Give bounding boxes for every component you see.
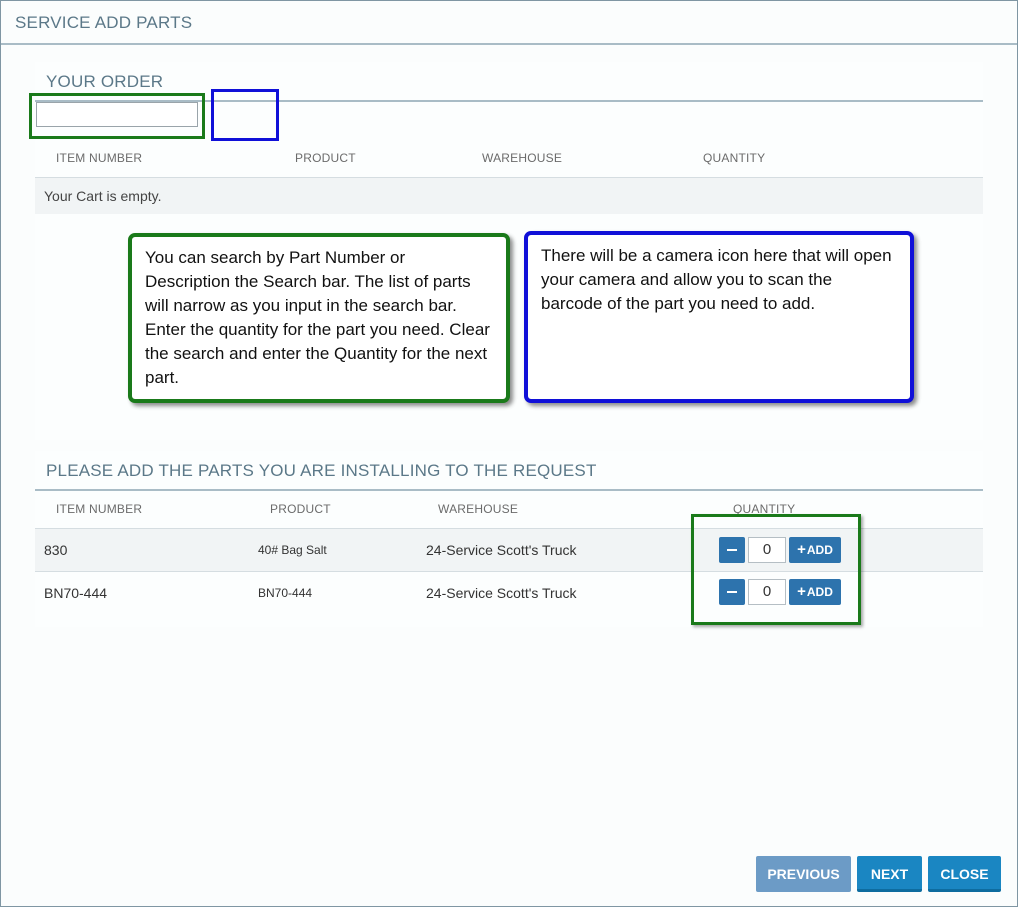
previous-button[interactable]: PREVIOUS <box>756 856 851 892</box>
order-title: YOUR ORDER <box>46 72 164 91</box>
order-col-quantity: QUANTITY <box>703 151 766 165</box>
parts-col-item-number: ITEM NUMBER <box>56 502 143 516</box>
camera-help-callout: There will be a camera icon here that wi… <box>524 231 914 403</box>
row-product: 40# Bag Salt <box>258 543 327 557</box>
order-col-warehouse: WAREHOUSE <box>482 151 563 165</box>
dialog-title: SERVICE ADD PARTS <box>15 13 193 32</box>
parts-col-warehouse: WAREHOUSE <box>438 502 519 516</box>
close-button[interactable]: CLOSE <box>928 856 1001 892</box>
order-col-product: PRODUCT <box>295 151 356 165</box>
camera-icon-placeholder-box <box>211 89 279 141</box>
parts-title: PLEASE ADD THE PARTS YOU ARE INSTALLING … <box>46 461 597 480</box>
order-col-item-number: ITEM NUMBER <box>56 151 143 165</box>
parts-col-product: PRODUCT <box>270 502 331 516</box>
search-help-callout: You can search by Part Number or Descrip… <box>128 233 510 403</box>
cart-empty-text: Your Cart is empty. <box>44 188 162 204</box>
quantity-highlight-box <box>691 514 861 625</box>
search-highlight-box <box>29 93 205 139</box>
row-warehouse: 24-Service Scott's Truck <box>426 585 577 601</box>
dialog-title-bar: SERVICE ADD PARTS <box>1 1 1017 45</box>
cart-empty-row: Your Cart is empty. <box>35 178 983 214</box>
row-warehouse: 24-Service Scott's Truck <box>426 542 577 558</box>
parts-title-rule <box>35 489 983 491</box>
next-button[interactable]: NEXT <box>857 856 922 892</box>
row-product: BN70-444 <box>258 586 313 600</box>
row-item-number: BN70-444 <box>44 585 108 601</box>
row-item-number: 830 <box>44 542 68 558</box>
